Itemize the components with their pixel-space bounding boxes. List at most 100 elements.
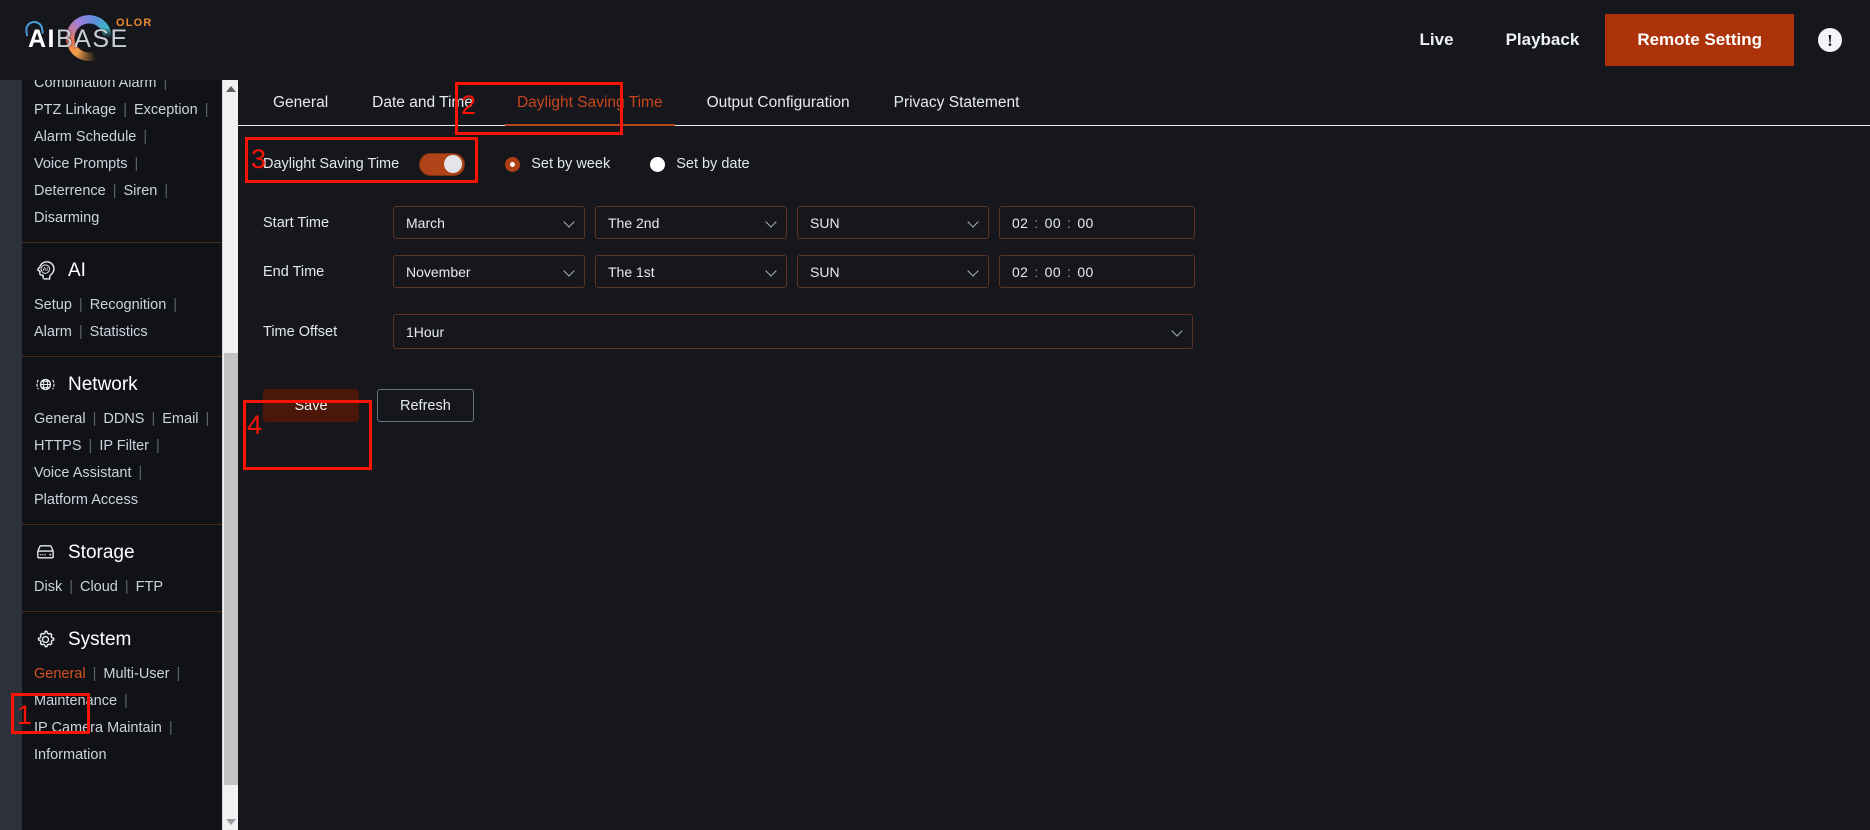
sidebar-item-ai-statistics[interactable]: Statistics [90,324,148,340]
scroll-down-arrow-icon[interactable] [223,813,239,830]
sidebar-item-combination-alarm[interactable]: Combination Alarm [34,80,157,91]
nav-live[interactable]: Live [1394,0,1480,80]
sidebar-item-ai-alarm[interactable]: Alarm [34,324,72,340]
end-time-input[interactable]: 02 : 00 : 00 [999,255,1195,288]
sidebar-item-ftp[interactable]: FTP [136,579,163,595]
tab-general[interactable]: General [251,80,350,126]
start-ordinal-select[interactable]: The 2nd [595,206,787,239]
radio-set-by-week-indicator [505,156,521,172]
sidebar-item-multi-user[interactable]: Multi-User [103,666,169,682]
time-colon: : [1034,263,1039,280]
sidebar-nav: Combination Alarm | PTZ Linkage | Exception… [22,80,222,830]
radio-set-by-date[interactable]: Set by date [650,156,750,172]
time-offset-row: Time Offset 1Hour [238,314,1870,349]
end-weekday-value: SUN [810,263,840,280]
start-weekday-value: SUN [810,214,840,231]
chevron-down-icon [563,215,575,228]
dst-toggle[interactable] [419,152,466,176]
tab-output-configuration[interactable]: Output Configuration [685,80,872,126]
sidebar-item-voice-prompts[interactable]: Voice Prompts [34,156,128,172]
end-ordinal-select[interactable]: The 1st [595,255,787,288]
time-offset-label: Time Offset [263,323,338,340]
sidebar-item-ai-setup[interactable]: Setup [34,297,72,313]
start-time-input[interactable]: 02 : 00 : 00 [999,206,1195,239]
sidebar-separator: | [134,156,139,172]
sidebar-item-exception[interactable]: Exception [134,102,198,118]
time-offset-select[interactable]: 1Hour [393,314,1193,349]
end-hour-value: 02 [1012,263,1029,280]
refresh-button[interactable]: Refresh [377,389,474,422]
tab-date-and-time[interactable]: Date and Time [350,80,495,126]
sidebar-item-email[interactable]: Email [162,411,198,427]
svg-text:AI: AI [43,267,49,273]
sidebar-item-maintenance[interactable]: Maintenance [34,693,117,709]
sidebar-item-ai-recognition[interactable]: Recognition [90,297,167,313]
dst-enable-row: Daylight Saving Time Set by week Set by … [238,144,1870,184]
sidebar-item-information[interactable]: Information [34,747,107,763]
scroll-up-arrow-icon[interactable] [223,80,239,97]
info-button[interactable]: ! [1794,0,1870,80]
chevron-down-icon [563,264,575,277]
sidebar-group-storage-title: Storage [68,541,135,563]
time-offset-value: 1Hour [406,323,445,340]
sidebar-item-siren[interactable]: Siren [124,183,158,199]
end-month-select[interactable]: November [393,255,585,288]
nav-remote-setting[interactable]: Remote Setting [1605,14,1794,66]
sidebar-item-cloud[interactable]: Cloud [80,579,118,595]
sidebar-separator: | [112,183,117,199]
start-time-label: Start Time [263,214,330,231]
start-time-row: Start Time March The 2nd SUN 02 : 00: 0… [238,206,1870,239]
end-ordinal-value: The 1st [608,263,655,280]
sidebar-item-ddns[interactable]: DDNS [103,411,144,427]
sidebar-separator: | [138,465,143,481]
end-month-value: November [406,263,471,280]
nav-playback[interactable]: Playback [1480,0,1606,80]
sidebar-group-storage: Storage Disk | Cloud | FTP [22,524,222,611]
dst-toggle-knob [444,155,463,173]
end-second-value: 00 [1077,263,1094,280]
sidebar-separator: | [88,438,93,454]
start-ordinal-value: The 2nd [608,214,660,231]
sidebar-separator: | [123,102,127,118]
sidebar-group-ai: AI AI Setup | Recognition | Alarm | Statistic… [22,242,222,356]
start-second-value: 00 [1077,214,1094,231]
sidebar-group-system-title: System [68,628,132,650]
sidebar-separator: | [156,438,160,454]
sidebar-group-network-title: Network [68,373,138,395]
tab-privacy-statement[interactable]: Privacy Statement [872,80,1042,126]
sidebar-item-ip-filter[interactable]: IP Filter [99,438,149,454]
sidebar-item-disarming[interactable]: Disarming [34,210,99,226]
save-button[interactable]: Save [263,389,359,422]
chevron-down-icon [967,215,979,228]
sidebar-item-system-general[interactable]: General [34,666,86,682]
start-month-select[interactable]: March [393,206,585,239]
sidebar-separator: | [163,80,168,91]
sidebar-item-ip-camera-maintain[interactable]: IP Camera Maintain [34,720,162,736]
end-weekday-select[interactable]: SUN [797,255,989,288]
radio-set-by-week[interactable]: Set by week [505,156,610,172]
sidebar-separator: | [205,411,210,427]
left-rail [0,80,22,830]
sidebar-item-platform-access[interactable]: Platform Access [34,492,138,508]
start-month-value: March [406,214,445,231]
sidebar-item-alarm-schedule[interactable]: Alarm Schedule [34,129,136,145]
start-weekday-select[interactable]: SUN [797,206,989,239]
sidebar-separator: | [204,102,209,118]
tab-daylight-saving-time[interactable]: Daylight Saving Time [495,80,685,126]
chevron-down-icon [765,215,777,228]
sidebar-separator: | [78,297,83,313]
sidebar-item-network-general[interactable]: General [34,411,86,427]
scrollbar-thumb[interactable] [224,353,238,785]
sidebar-item-ptz-linkage[interactable]: PTZ Linkage [34,102,116,118]
sidebar-item-disk[interactable]: Disk [34,579,62,595]
start-hour-value: 02 [1012,214,1029,231]
sidebar-separator: | [124,693,128,709]
sidebar-separator: | [173,297,178,313]
top-header-bar: AIBASE OLOR Live Playback Remote Setting… [0,0,1870,80]
sidebar-item-deterrence[interactable]: Deterrence [34,183,106,199]
sidebar-scrollbar[interactable] [222,80,238,830]
sidebar-item-https[interactable]: HTTPS [34,438,82,454]
sidebar-separator: | [143,129,148,145]
sidebar-separator: | [151,411,156,427]
sidebar-item-voice-assistant[interactable]: Voice Assistant [34,465,132,481]
